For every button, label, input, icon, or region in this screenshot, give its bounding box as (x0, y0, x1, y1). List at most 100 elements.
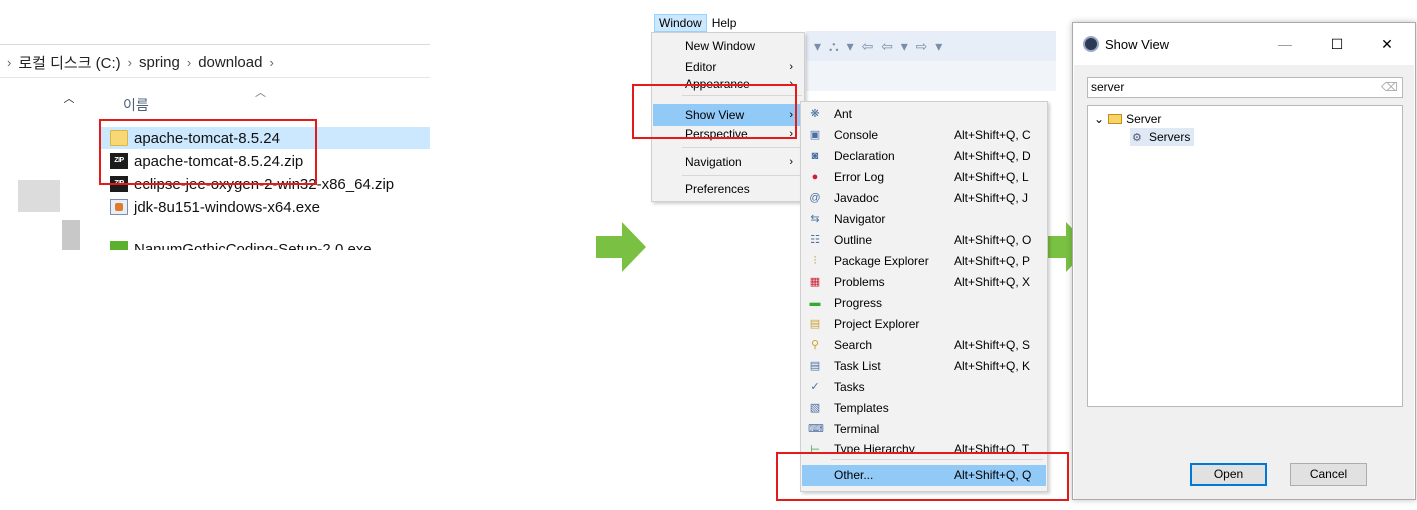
breadcrumb-separator: › (127, 55, 133, 70)
menu-item-label: Preferences (685, 182, 750, 196)
menu-item-label: Task List (834, 359, 881, 373)
sort-ascending-icon: ︿ (255, 87, 266, 99)
menu-item-navigation[interactable]: Navigation › (653, 151, 803, 173)
menu-item-label: Console (834, 128, 879, 142)
tree-item-label: Server (1126, 112, 1162, 126)
menu-item-task-list[interactable]: ▤ Task List Alt+Shift+Q, K (802, 356, 1046, 377)
chevron-down-icon[interactable]: ⌄ (1094, 112, 1104, 126)
menu-separator (682, 147, 802, 148)
declaration-icon: ◙ (811, 150, 819, 162)
dialog-title: Show View (1105, 37, 1170, 52)
scroll-up-arrow-icon[interactable]: ︿ (61, 90, 77, 106)
menu-item-editor[interactable]: Editor › (653, 56, 803, 78)
highlight-box (776, 452, 1069, 501)
menu-separator (682, 175, 802, 176)
menu-item-problems[interactable]: ▦ Problems Alt+Shift+Q, X (802, 272, 1046, 293)
filter-value: server (1091, 80, 1125, 94)
menu-item-shortcut: Alt+Shift+Q, P (954, 254, 1031, 268)
progress-icon: ▬ (809, 297, 821, 309)
menu-item-new-window[interactable]: New Window (653, 35, 803, 57)
breadcrumb-drive[interactable]: 로컬 디스크 (C:) (18, 52, 120, 73)
menu-item-package-explorer[interactable]: ⫶ Package Explorer Alt+Shift+Q, P (802, 251, 1046, 272)
tree-item-servers[interactable]: ⚙ Servers (1130, 128, 1195, 146)
column-header-name[interactable]: 이름 (123, 95, 149, 115)
javadoc-icon: @ (809, 192, 821, 204)
menu-item-shortcut: Alt+Shift+Q, L (954, 170, 1029, 184)
nav-pane-scrollbar-thumb[interactable] (62, 220, 80, 250)
menu-item-shortcut: Alt+Shift+Q, X (954, 275, 1031, 289)
servers-icon: ⚙ (1132, 132, 1142, 144)
highlight-box (632, 84, 797, 139)
menu-item-label: New Window (685, 39, 756, 53)
file-explorer-window: › 로컬 디스크 (C:) › spring › download › ︿ ︿ … (0, 0, 430, 250)
filter-input[interactable]: server ⌫ (1087, 77, 1403, 98)
installer-icon (110, 199, 128, 215)
console-icon: ▣ (809, 129, 821, 141)
menu-item-label: Outline (834, 233, 873, 247)
menu-item-label: Templates (834, 401, 889, 415)
breadcrumb-spring[interactable]: spring (139, 54, 180, 71)
menu-item-label: Editor (685, 60, 717, 74)
menu-item-shortcut: Alt+Shift+Q, C (954, 128, 1031, 142)
menu-item-javadoc[interactable]: @ Javadoc Alt+Shift+Q, J (802, 188, 1046, 209)
cancel-button[interactable]: Cancel (1290, 463, 1367, 486)
eclipse-toolbar-row (806, 61, 1056, 91)
minimize-icon[interactable]: — (1267, 31, 1303, 57)
dialog-body: server ⌫ ⌄ Server ⚙ Servers Open Cancel (1074, 65, 1414, 499)
breadcrumb-separator: › (186, 55, 192, 70)
menu-item-label: Error Log (834, 170, 885, 184)
problems-icon: ▦ (809, 276, 821, 288)
file-row[interactable]: NanumGothicCoding-Setup-2.0.exe (100, 238, 430, 250)
menu-item-outline[interactable]: ☷ Outline Alt+Shift+Q, O (802, 230, 1046, 251)
menu-item-console[interactable]: ▣ Console Alt+Shift+Q, C (802, 125, 1046, 146)
file-name: jdk-8u151-windows-x64.exe (134, 198, 320, 216)
menu-item-terminal[interactable]: ⌨ Terminal (802, 419, 1046, 440)
eclipse-menubar: Window Help (654, 14, 741, 32)
address-bar[interactable]: › 로컬 디스크 (C:) › spring › download › (0, 48, 430, 78)
breadcrumb-separator: › (269, 55, 274, 70)
terminal-icon: ⌨ (808, 423, 824, 435)
menu-item-label: Javadoc (834, 191, 879, 205)
toolbar-navigation-icons[interactable]: ▾ ⛬ ▾ ⇦ ⇦ ▾ ⇨ ▾ (814, 38, 944, 55)
project-explorer-icon: ▤ (809, 318, 821, 330)
clear-filter-icon[interactable]: ⌫ (1381, 78, 1398, 97)
tree-item-server[interactable]: ⌄ Server (1094, 110, 1161, 128)
menu-item-label: Navigator (834, 212, 886, 226)
menu-item-shortcut: Alt+Shift+Q, D (954, 149, 1031, 163)
menu-item-templates[interactable]: ▧ Templates (802, 398, 1046, 419)
menu-item-error-log[interactable]: ● Error Log Alt+Shift+Q, L (802, 167, 1046, 188)
file-row[interactable]: jdk-8u151-windows-x64.exe (100, 196, 430, 218)
file-name: NanumGothicCoding-Setup-2.0.exe (134, 240, 372, 251)
close-icon[interactable]: ✕ (1369, 31, 1405, 57)
task-list-icon: ▤ (809, 360, 821, 372)
menu-item-navigator[interactable]: ⇆ Navigator (802, 209, 1046, 230)
navigator-icon: ⇆ (810, 213, 820, 225)
breadcrumb-download[interactable]: download (198, 54, 262, 71)
menu-help[interactable]: Help (707, 14, 742, 32)
next-step-arrow-icon (596, 222, 646, 272)
menu-item-label: Search (834, 338, 873, 352)
menu-item-label: Tasks (834, 380, 865, 394)
show-view-submenu: ❋ Ant ▣ Console Alt+Shift+Q, C ◙ Declaration… (800, 101, 1048, 492)
menu-item-label: Terminal (834, 422, 880, 436)
menu-item-search[interactable]: ⚲ Search Alt+Shift+Q, S (802, 335, 1046, 356)
menu-item-ant[interactable]: ❋ Ant (802, 104, 1046, 125)
menu-item-tasks[interactable]: ✓ Tasks (802, 377, 1046, 398)
menu-item-label: Declaration (834, 149, 895, 163)
eclipse-app-icon (1083, 36, 1099, 52)
menu-item-declaration[interactable]: ◙ Declaration Alt+Shift+Q, D (802, 146, 1046, 167)
nav-pane-selection (18, 180, 60, 212)
tree-item-label: Servers (1149, 130, 1191, 144)
breadcrumb-separator: › (7, 55, 12, 70)
templates-icon: ▧ (809, 402, 821, 414)
explorer-divider (0, 44, 430, 45)
open-button[interactable]: Open (1190, 463, 1267, 486)
menu-item-preferences[interactable]: Preferences (653, 178, 803, 200)
menu-window[interactable]: Window (654, 14, 707, 32)
menu-item-progress[interactable]: ▬ Progress (802, 293, 1046, 314)
maximize-icon[interactable]: ☐ (1319, 31, 1355, 57)
menu-item-label: Ant (834, 107, 853, 121)
menu-item-label: Problems (834, 275, 885, 289)
menu-item-project-explorer[interactable]: ▤ Project Explorer (802, 314, 1046, 335)
menu-item-label: Project Explorer (834, 317, 920, 331)
